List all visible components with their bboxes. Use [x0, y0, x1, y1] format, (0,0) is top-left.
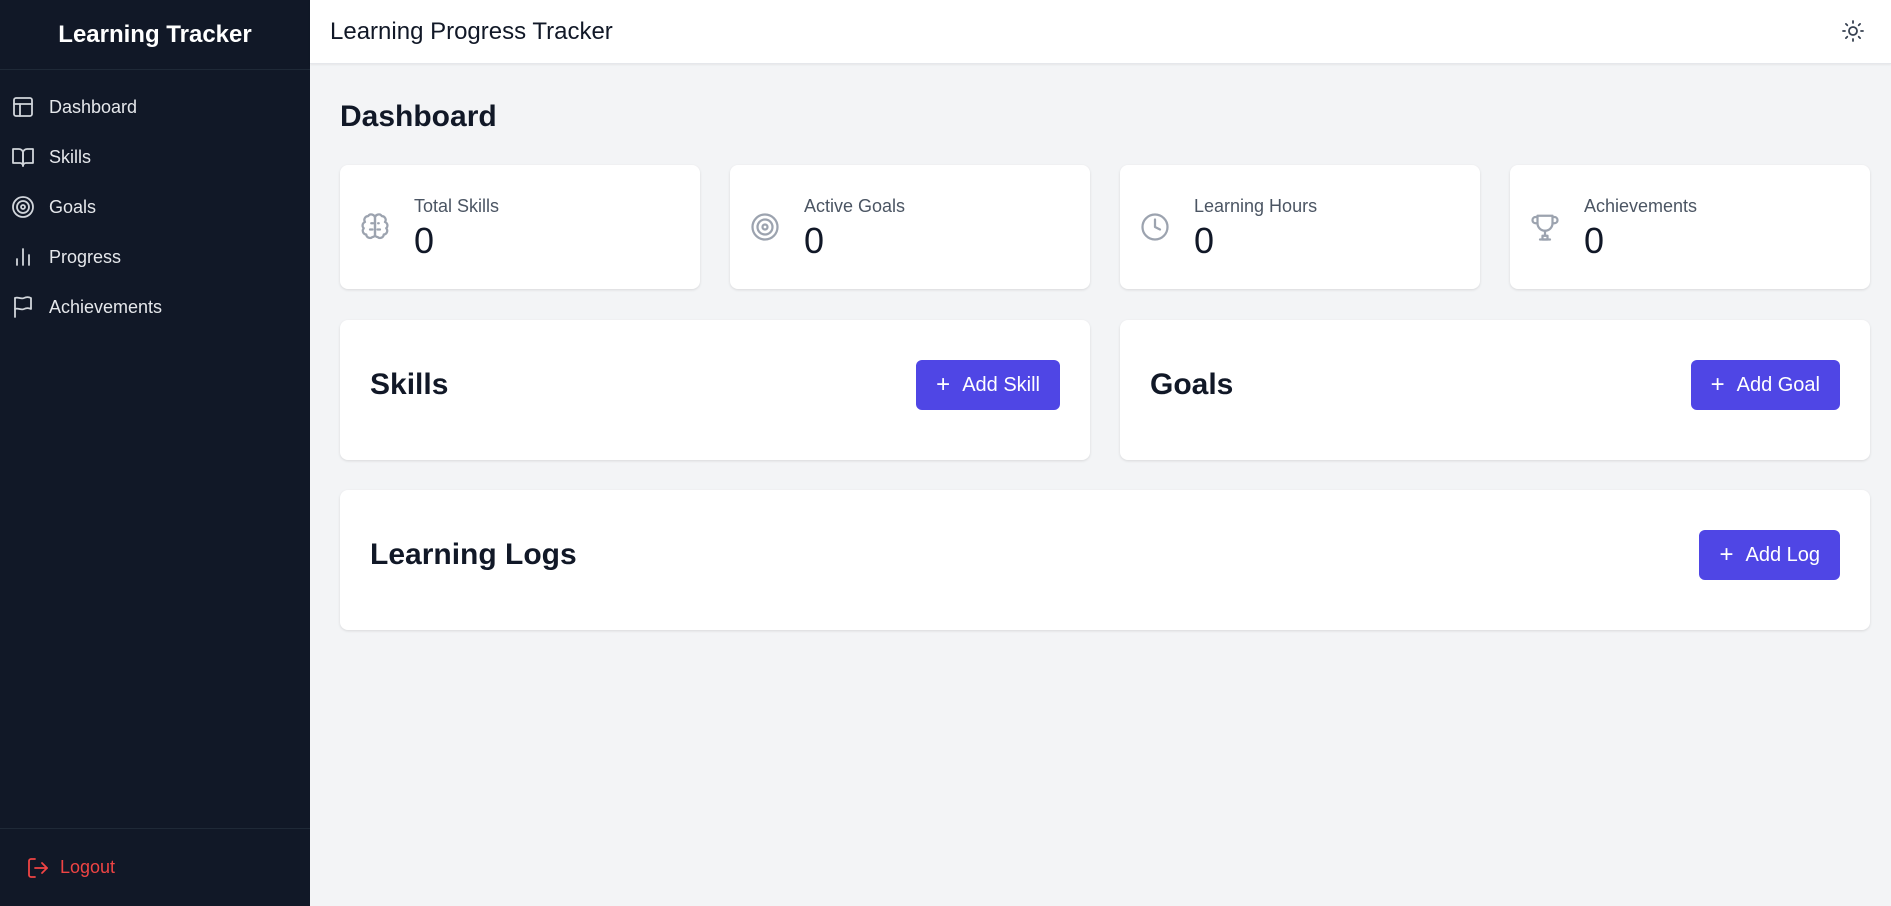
stat-label: Learning Hours: [1194, 195, 1318, 216]
add-goal-label: Add Goal: [1736, 373, 1820, 396]
layout-icon: [11, 95, 35, 119]
stat-value: 0: [1584, 219, 1605, 261]
trophy-icon: [1530, 212, 1560, 242]
plus-icon: +: [936, 371, 951, 398]
stat-value: 0: [1194, 219, 1215, 261]
stat-label: Total Skills: [414, 195, 500, 216]
theme-toggle-button[interactable]: [1839, 17, 1867, 45]
stat-value: 0: [804, 219, 825, 261]
sidebar-item-progress[interactable]: Progress: [0, 232, 310, 282]
stat-value: 0: [414, 219, 435, 261]
add-log-label: Add Log: [1745, 543, 1820, 566]
stat-label: Active Goals: [804, 195, 906, 216]
plus-icon: +: [1710, 371, 1725, 398]
page-title: Dashboard: [340, 100, 497, 133]
sidebar-item-label: Progress: [49, 246, 122, 267]
learning-logs-title: Learning Logs: [370, 538, 577, 571]
clock-icon: [1140, 212, 1170, 242]
sidebar-item-label: Skills: [49, 146, 92, 167]
target-icon: [11, 195, 35, 219]
book-icon: [11, 145, 35, 169]
sidebar-nav: Dashboard Skills Goals Progress Achievem…: [0, 70, 310, 332]
sidebar-item-label: Dashboard: [49, 96, 138, 117]
app-title: Learning Progress Tracker: [330, 17, 613, 45]
flag-icon: [11, 295, 35, 319]
logout-area: Logout: [0, 828, 310, 906]
skills-panel: Skills + Add Skill: [340, 320, 1090, 460]
brand-title: Learning Tracker: [0, 0, 310, 70]
stat-card-active-goals: Active Goals 0: [730, 165, 1090, 289]
logout-icon: [28, 857, 48, 878]
target-icon: [750, 212, 780, 242]
logout-button[interactable]: Logout: [26, 856, 115, 880]
sidebar-item-label: Goals: [49, 196, 97, 217]
add-goal-button[interactable]: + Add Goal: [1690, 360, 1840, 410]
logout-label: Logout: [60, 857, 116, 877]
sidebar-item-goals[interactable]: Goals: [0, 182, 310, 232]
stat-card-total-skills: Total Skills 0: [340, 165, 700, 289]
add-skill-label: Add Skill: [962, 373, 1040, 396]
top-header: Learning Progress Tracker: [310, 0, 1891, 64]
sidebar-item-dashboard[interactable]: Dashboard: [0, 82, 310, 132]
brain-icon: [360, 212, 390, 242]
sidebar-item-skills[interactable]: Skills: [0, 132, 310, 182]
learning-logs-panel: Learning Logs + Add Log: [340, 490, 1870, 630]
bar-chart-icon: [11, 245, 35, 269]
stat-label: Achievements: [1584, 195, 1698, 216]
goals-panel: Goals + Add Goal: [1120, 320, 1870, 460]
stat-card-learning-hours: Learning Hours 0: [1120, 165, 1480, 289]
stat-card-achievements: Achievements 0: [1510, 165, 1870, 289]
skills-title: Skills: [370, 368, 449, 401]
goals-title: Goals: [1150, 368, 1234, 401]
plus-icon: +: [1719, 541, 1734, 568]
sun-icon: [1842, 20, 1864, 42]
add-skill-button[interactable]: + Add Skill: [916, 360, 1060, 410]
add-log-button[interactable]: + Add Log: [1699, 530, 1840, 580]
sidebar-item-label: Achievements: [49, 296, 163, 317]
sidebar: Learning Tracker Dashboard Skills Goals …: [0, 0, 310, 906]
sidebar-item-achievements[interactable]: Achievements: [0, 282, 310, 332]
